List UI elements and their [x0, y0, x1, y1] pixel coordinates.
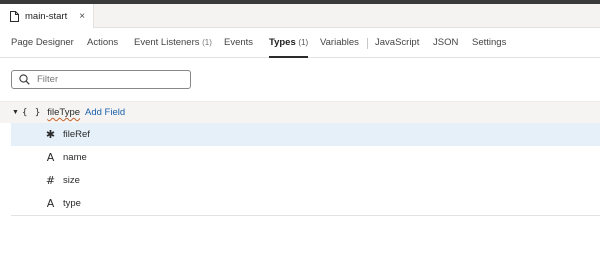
tab-label: Events [224, 37, 254, 48]
field-row-size[interactable]: # size [11, 169, 600, 192]
tab-divider [367, 38, 368, 49]
tab-label: Variables [320, 37, 359, 48]
tab-label: JavaScript [375, 37, 420, 48]
tab-events[interactable]: Events [224, 28, 253, 58]
tab-count: (1) [202, 38, 212, 47]
tab-actions[interactable]: Actions [87, 28, 118, 58]
tab-types[interactable]: Types (1) [269, 28, 309, 58]
filter-area [0, 58, 600, 101]
filter-input[interactable] [37, 74, 177, 85]
search-icon [19, 74, 30, 85]
field-name: size [63, 175, 80, 186]
tab-settings[interactable]: Settings [472, 28, 506, 58]
field-name: type [63, 198, 81, 209]
add-field-link[interactable]: Add Field [85, 107, 125, 118]
file-tab-bar: main-start × [0, 4, 600, 28]
number-type-icon: # [45, 174, 56, 187]
caret-down-icon[interactable]: ▼ [12, 109, 22, 116]
tab-label: Settings [472, 37, 507, 48]
tab-variables[interactable]: Variables [320, 28, 359, 58]
document-icon [10, 10, 19, 22]
file-tab-main-start[interactable]: main-start × [0, 4, 94, 28]
tab-event-listeners[interactable]: Event Listeners (1) [134, 28, 212, 58]
tab-label: Event Listeners [134, 37, 200, 48]
field-row-name[interactable]: A name [11, 146, 600, 169]
tab-json[interactable]: JSON [433, 28, 458, 58]
field-name: name [63, 152, 87, 163]
tree-divider [11, 215, 600, 216]
tab-label: Types [269, 37, 296, 48]
string-type-icon: A [46, 151, 55, 164]
string-type-icon: A [46, 197, 55, 210]
tab-label: Page Designer [11, 37, 74, 48]
tab-label: Actions [87, 37, 119, 48]
tab-javascript[interactable]: JavaScript [375, 28, 419, 58]
field-row-fileref[interactable]: ✱ fileRef [11, 123, 600, 146]
tree-root-row[interactable]: ▼ { } fileType Add Field [0, 101, 600, 123]
object-type-icon: { } [22, 107, 42, 118]
designer-tabs: Page Designer Actions Event Listeners (1… [0, 28, 600, 58]
file-tab-title: main-start [25, 10, 68, 22]
field-row-type[interactable]: A type [11, 192, 600, 215]
field-name: fileRef [63, 129, 90, 140]
close-icon[interactable]: × [79, 11, 85, 22]
tab-label: JSON [433, 37, 459, 48]
asterisk-icon: ✱ [45, 128, 56, 141]
types-tree: ▼ { } fileType Add Field ✱ fileRef A nam… [0, 101, 600, 216]
type-name[interactable]: fileType [47, 107, 80, 118]
tab-page-designer[interactable]: Page Designer [11, 28, 74, 58]
tab-count: (1) [298, 38, 309, 47]
filter-field[interactable] [11, 70, 191, 89]
